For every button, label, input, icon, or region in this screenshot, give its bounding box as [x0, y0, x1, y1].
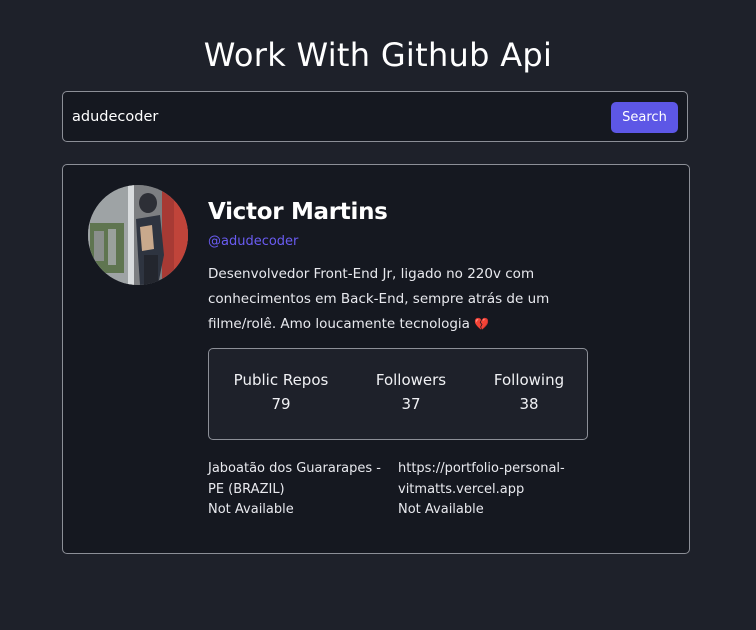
- broken-heart-icon: 💔: [474, 317, 490, 331]
- stat-value: 38: [519, 395, 539, 413]
- avatar: [88, 185, 188, 285]
- user-blog-link[interactable]: https://portfolio-personal-vitmatts.verc…: [398, 459, 588, 500]
- info-column-right: https://portfolio-personal-vitmatts.verc…: [398, 459, 588, 521]
- info-column-left: Jaboatão dos Guararapes - PE (BRAZIL) No…: [208, 459, 388, 521]
- search-input[interactable]: [72, 101, 592, 133]
- stat-value: 79: [271, 395, 291, 413]
- user-company: Not Available: [398, 502, 484, 517]
- stat-value: 37: [401, 395, 421, 413]
- stat-followers: Followers 37: [357, 371, 465, 413]
- profile-card: Victor Martins @adudecoder Desenvolvedor…: [62, 164, 690, 554]
- stat-label: Followers: [375, 371, 447, 389]
- stats-panel: Public Repos 79 Followers 37 Following 3…: [208, 348, 588, 440]
- stat-public-repos: Public Repos 79: [223, 371, 339, 413]
- stat-label: Public Repos: [233, 371, 329, 389]
- user-name: Victor Martins: [208, 199, 388, 225]
- user-bio-text: Desenvolvedor Front-End Jr, ligado no 22…: [208, 266, 550, 332]
- user-bio: Desenvolvedor Front-End Jr, ligado no 22…: [208, 262, 578, 337]
- stat-following: Following 38: [477, 371, 581, 413]
- user-login-link[interactable]: @adudecoder: [208, 234, 298, 249]
- user-twitter: Not Available: [208, 502, 294, 517]
- user-location: Jaboatão dos Guararapes - PE (BRAZIL): [208, 461, 381, 497]
- page-title: Work With Github Api: [203, 36, 553, 74]
- search-bar: Search: [62, 91, 688, 142]
- stat-label: Following: [493, 371, 565, 389]
- search-button[interactable]: Search: [611, 102, 678, 133]
